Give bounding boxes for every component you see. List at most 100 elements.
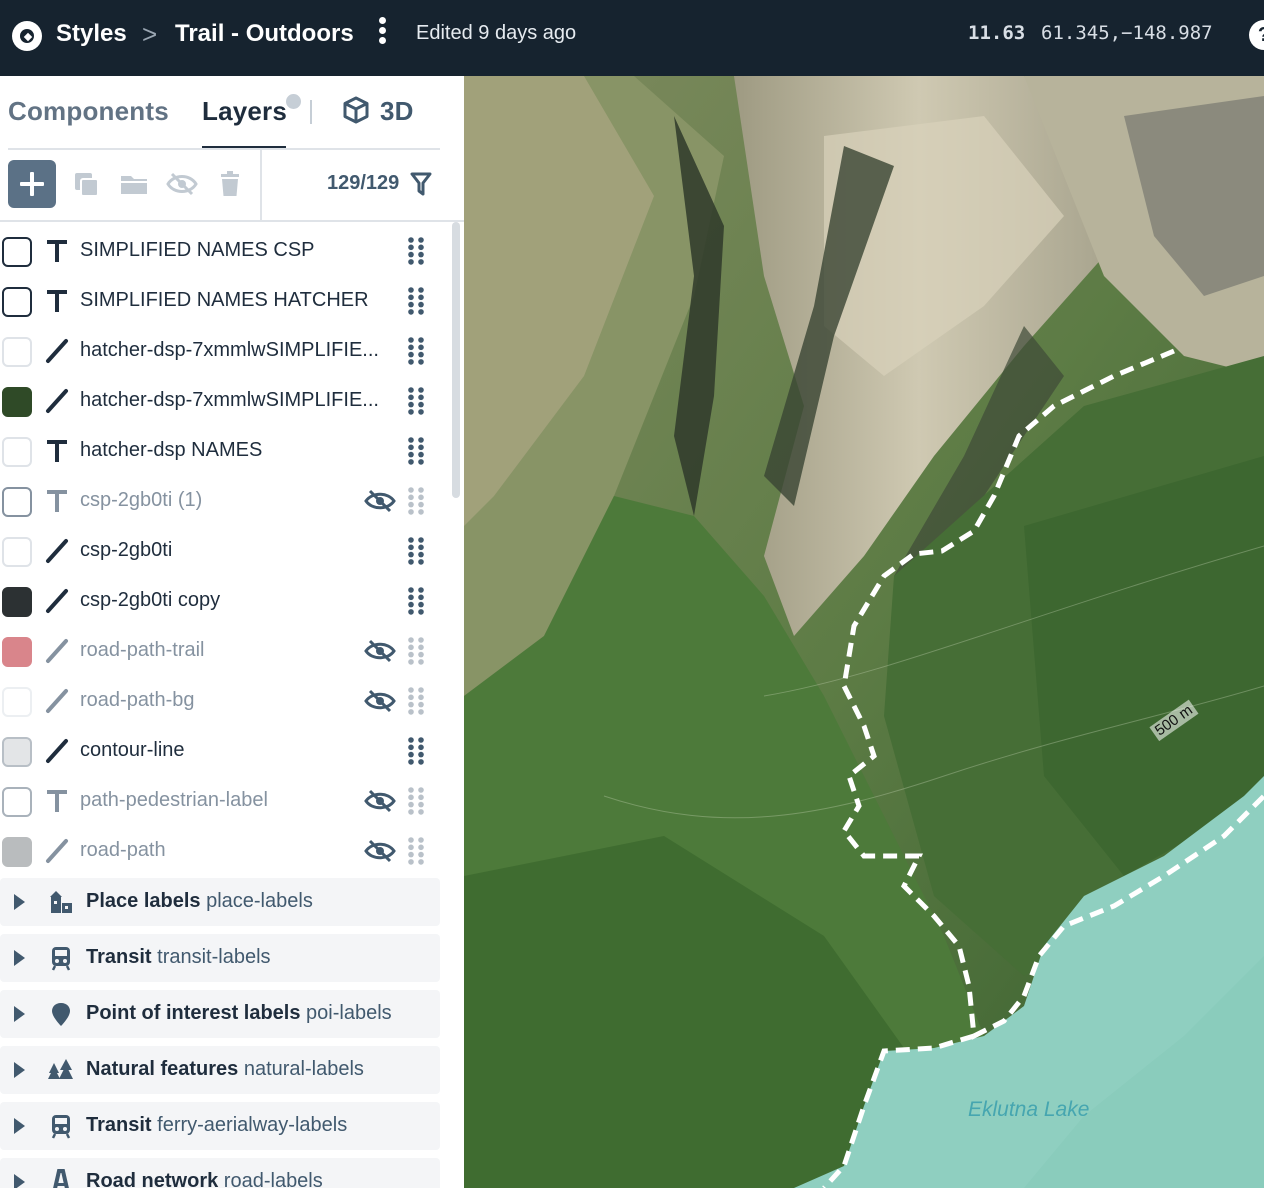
layer-color-swatch[interactable]	[2, 437, 32, 467]
tab-3d-label: 3D	[380, 96, 414, 126]
layer-color-swatch[interactable]	[2, 387, 32, 417]
visibility-off-icon[interactable]	[364, 838, 396, 864]
layer-name: SIMPLIFIED NAMES HATCHER	[80, 289, 369, 311]
drag-handle-icon[interactable]	[408, 237, 424, 265]
expand-caret-icon[interactable]	[14, 1062, 25, 1078]
layer-group-poi-labels[interactable]: Point of interest labels poi-labels	[0, 990, 440, 1038]
layer-name: hatcher-dsp-7xmmlwSIMPLIFIE...	[80, 389, 379, 411]
breadcrumb-styles[interactable]: Styles	[56, 20, 127, 48]
layer-color-swatch[interactable]	[2, 537, 32, 567]
layer-group-id: place-labels	[200, 890, 313, 912]
layer-group-ferry-aerialway-labels[interactable]: Transit ferry-aerialway-labels	[0, 1102, 440, 1150]
layer-row[interactable]: road-path-trail	[0, 626, 450, 676]
expand-caret-icon[interactable]	[14, 1174, 25, 1188]
layer-group-natural-labels[interactable]: Natural features natural-labels	[0, 1046, 440, 1094]
folder-icon[interactable]	[120, 170, 148, 198]
expand-caret-icon[interactable]	[14, 1006, 25, 1022]
hide-layer-icon[interactable]	[166, 170, 198, 198]
visibility-off-icon[interactable]	[364, 488, 396, 514]
layer-group-id: ferry-aerialway-labels	[151, 1114, 348, 1136]
layer-row[interactable]: hatcher-dsp NAMES	[0, 426, 450, 476]
zoom-level: 11.63	[968, 22, 1026, 44]
layer-name: hatcher-dsp NAMES	[80, 439, 263, 461]
expand-caret-icon[interactable]	[14, 950, 25, 966]
expand-caret-icon[interactable]	[14, 1118, 25, 1134]
style-menu-kebab-icon[interactable]	[376, 17, 388, 49]
duplicate-icon[interactable]	[72, 170, 100, 198]
tab-3d[interactable]: 3D	[342, 96, 414, 127]
layer-group-label: Road network road-labels	[86, 1170, 323, 1188]
layer-group-place-labels[interactable]: Place labels place-labels	[0, 878, 440, 926]
filter-icon[interactable]	[410, 172, 432, 196]
layer-color-swatch[interactable]	[2, 237, 32, 267]
line-layer-icon	[44, 738, 70, 764]
layer-name: contour-line	[80, 739, 185, 761]
drag-handle-icon[interactable]	[408, 837, 424, 865]
trash-icon[interactable]	[218, 170, 242, 198]
tab-components[interactable]: Components	[8, 96, 169, 127]
drag-handle-icon[interactable]	[408, 337, 424, 365]
toolbar-divider	[260, 150, 262, 220]
layer-name: road-path	[80, 839, 166, 861]
layer-list-scrollbar[interactable]	[452, 222, 460, 498]
text-layer-icon	[44, 488, 70, 514]
layer-row[interactable]: SIMPLIFIED NAMES CSP	[0, 226, 450, 276]
layer-color-swatch[interactable]	[2, 587, 32, 617]
layer-group-title: Place labels	[86, 890, 201, 912]
help-icon[interactable]: ?	[1249, 20, 1264, 50]
drag-handle-icon[interactable]	[408, 787, 424, 815]
visibility-off-icon[interactable]	[364, 688, 396, 714]
layer-color-swatch[interactable]	[2, 287, 32, 317]
line-layer-icon	[44, 688, 70, 714]
layer-row[interactable]: hatcher-dsp-7xmmlwSIMPLIFIE...	[0, 326, 450, 376]
layer-row[interactable]: hatcher-dsp-7xmmlwSIMPLIFIE...	[0, 376, 450, 426]
layer-row[interactable]: contour-line	[0, 726, 450, 776]
layer-group-id: road-labels	[218, 1170, 323, 1188]
layer-group-id: natural-labels	[238, 1058, 364, 1080]
layer-row[interactable]: road-path	[0, 826, 450, 876]
layer-color-swatch[interactable]	[2, 737, 32, 767]
add-layer-button[interactable]	[8, 160, 56, 208]
layer-row[interactable]: csp-2gb0ti	[0, 526, 450, 576]
line-layer-icon	[44, 838, 70, 864]
drag-handle-icon[interactable]	[408, 737, 424, 765]
layer-group-label: Natural features natural-labels	[86, 1058, 364, 1081]
style-name[interactable]: Trail - Outdoors	[175, 20, 354, 48]
drag-handle-icon[interactable]	[408, 687, 424, 715]
road-label-icon	[48, 1169, 74, 1188]
drag-handle-icon[interactable]	[408, 537, 424, 565]
expand-caret-icon[interactable]	[14, 894, 25, 910]
map-coordinates[interactable]: 61.345,−148.987	[1041, 22, 1213, 44]
layer-name: path-pedestrian-label	[80, 789, 268, 811]
drag-handle-icon[interactable]	[408, 637, 424, 665]
layer-group-transit-labels[interactable]: Transit transit-labels	[0, 934, 440, 982]
layer-group-label: Transit ferry-aerialway-labels	[86, 1114, 347, 1137]
map-pin-icon	[48, 1001, 74, 1027]
tab-layers[interactable]: Layers	[202, 96, 287, 127]
drag-handle-icon[interactable]	[408, 487, 424, 515]
layer-row[interactable]: csp-2gb0ti (1)	[0, 476, 450, 526]
drag-handle-icon[interactable]	[408, 287, 424, 315]
layer-color-swatch[interactable]	[2, 637, 32, 667]
layer-row[interactable]: path-pedestrian-label	[0, 776, 450, 826]
layer-color-swatch[interactable]	[2, 487, 32, 517]
mapbox-logo-icon[interactable]	[12, 21, 42, 51]
layer-group-title: Road network	[86, 1170, 219, 1188]
layer-color-swatch[interactable]	[2, 837, 32, 867]
layer-color-swatch[interactable]	[2, 687, 32, 717]
layer-name: hatcher-dsp-7xmmlwSIMPLIFIE...	[80, 339, 379, 361]
layer-group-label: Place labels place-labels	[86, 890, 313, 913]
layer-color-swatch[interactable]	[2, 337, 32, 367]
map-canvas[interactable]: 500 m Eklutna Lake	[464, 76, 1264, 1188]
layer-row[interactable]: road-path-bg	[0, 676, 450, 726]
layer-color-swatch[interactable]	[2, 787, 32, 817]
layer-group-road-labels[interactable]: Road network road-labels	[0, 1158, 440, 1188]
layer-row[interactable]: SIMPLIFIED NAMES HATCHER	[0, 276, 450, 326]
drag-handle-icon[interactable]	[408, 437, 424, 465]
visibility-off-icon[interactable]	[364, 638, 396, 664]
drag-handle-icon[interactable]	[408, 387, 424, 415]
visibility-off-icon[interactable]	[364, 788, 396, 814]
drag-handle-icon[interactable]	[408, 587, 424, 615]
layer-group-title: Natural features	[86, 1058, 239, 1080]
layer-row[interactable]: csp-2gb0ti copy	[0, 576, 450, 626]
